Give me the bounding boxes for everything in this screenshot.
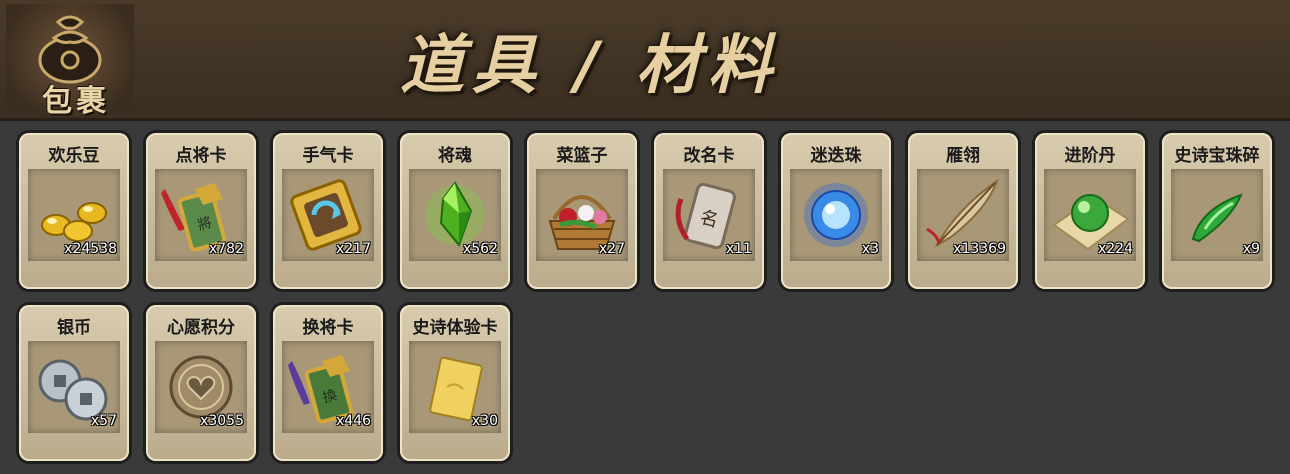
- item-count: x57: [90, 413, 117, 429]
- item-count: x30: [471, 413, 498, 429]
- item-count: x27: [598, 241, 625, 257]
- item-name: 菜篮子: [556, 146, 608, 166]
- page-title: 道具 / 材料: [400, 28, 780, 103]
- item-name: 点将卡: [175, 146, 227, 166]
- item-count: x3: [861, 241, 879, 257]
- item-name: 换将卡: [302, 318, 354, 338]
- item-name: 手气卡: [302, 146, 354, 166]
- item-count: x24538: [64, 241, 117, 257]
- item-name: 雁翎: [946, 146, 980, 166]
- item-card-happy-beans[interactable]: 欢乐豆 x24538: [19, 133, 129, 289]
- item-card-rename-card[interactable]: 改名卡 名 x11: [654, 133, 764, 289]
- item-name: 史诗体验卡: [412, 318, 498, 338]
- bag-label: 包裹: [42, 84, 110, 119]
- item-card-general-soul[interactable]: 将魂 x562: [400, 133, 510, 289]
- item-name: 迷迭珠: [810, 146, 862, 166]
- item-card-goose-feather[interactable]: 雁翎 x13369: [908, 133, 1018, 289]
- item-count: x9: [1242, 241, 1260, 257]
- item-name: 改名卡: [683, 146, 735, 166]
- item-count: x782: [208, 241, 244, 257]
- item-card-vegetable-basket[interactable]: 菜篮子 x27: [527, 133, 637, 289]
- item-card-epic-trial-card[interactable]: 史诗体验卡 x30: [400, 305, 510, 461]
- item-name: 史诗宝珠碎: [1174, 146, 1260, 166]
- item-count: x224: [1097, 241, 1133, 257]
- item-name: 将魂: [438, 146, 472, 166]
- item-name: 欢乐豆: [48, 146, 100, 166]
- item-card-wish-points[interactable]: 心愿积分 x3055: [146, 305, 256, 461]
- item-count: x11: [725, 241, 752, 257]
- item-name: 进阶丹: [1064, 146, 1116, 166]
- item-count: x3055: [200, 413, 244, 429]
- item-card-silver-coin[interactable]: 银币 x57: [19, 305, 129, 461]
- item-card-rosemary-bead[interactable]: 迷迭珠 x3: [781, 133, 891, 289]
- item-name: 银币: [57, 318, 91, 338]
- item-card-luck-card[interactable]: 手气卡 x217: [273, 133, 383, 289]
- bag-badge[interactable]: 包裹: [6, 4, 134, 119]
- item-count: x13369: [953, 241, 1006, 257]
- item-count: x446: [335, 413, 371, 429]
- item-card-epic-orb-shard[interactable]: 史诗宝珠碎 x9: [1162, 133, 1272, 289]
- item-card-swap-general-card[interactable]: 换将卡 換 x446: [273, 305, 383, 461]
- header-bar: 包裹 道具 / 材料: [0, 0, 1290, 121]
- item-count: x562: [462, 241, 498, 257]
- item-card-advance-pill[interactable]: 进阶丹 x224: [1035, 133, 1145, 289]
- item-count: x217: [335, 241, 371, 257]
- coin-bag-icon: [38, 15, 102, 84]
- item-name: 心愿积分: [167, 318, 235, 338]
- item-card-general-card[interactable]: 点将卡 將 x782: [146, 133, 256, 289]
